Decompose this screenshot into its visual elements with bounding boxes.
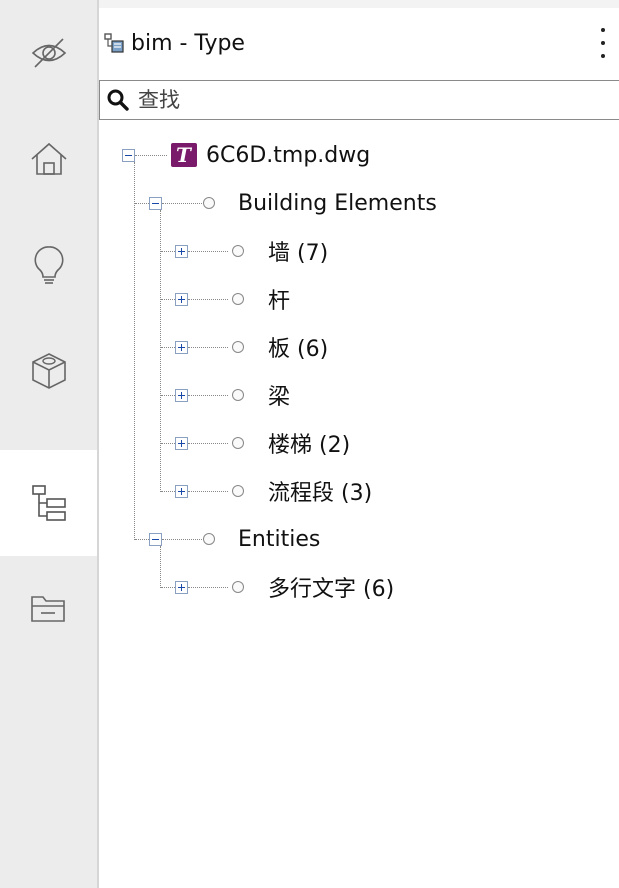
expand-toggle[interactable] [175,437,188,450]
hierarchy-icon [31,485,66,521]
tree-item[interactable]: 梁 [268,371,290,419]
model-button[interactable] [0,318,97,424]
type-node-icon [232,293,244,305]
type-tree-icon [104,33,124,53]
tree-connector [188,443,228,444]
expand-toggle[interactable] [175,341,188,354]
tree-item-label: 多行文字 (6) [268,577,395,602]
expand-toggle[interactable] [175,581,188,594]
folder-icon [30,596,65,622]
tree-item[interactable]: 墙 (7) [268,227,328,275]
tree-item[interactable]: 流程段 (3) [268,467,372,515]
cube-icon [31,353,66,389]
expand-toggle[interactable] [175,293,188,306]
tree-connector [135,155,167,156]
type-node-icon [232,389,244,401]
ideas-button[interactable] [0,212,97,318]
tree-group-building-elements[interactable]: Building Elements [238,179,437,227]
dwg-file-icon: T [171,143,197,167]
tree-group-entities[interactable]: Entities [238,515,320,563]
expand-toggle[interactable] [175,389,188,402]
tree-item[interactable]: 楼梯 (2) [268,419,350,467]
type-node-icon [232,341,244,353]
home-icon [30,142,67,175]
type-node-icon [232,581,244,593]
tree-item-label: 梁 [268,385,291,410]
home-button[interactable] [0,106,97,212]
tree-connector [161,491,175,492]
tree-connector [188,587,228,588]
lightbulb-icon [33,246,64,284]
tree-connector [135,539,149,540]
collapse-toggle[interactable] [149,197,162,210]
tree-connector [135,203,149,204]
tree-item-label: 流程段 (3) [268,481,373,506]
expand-toggle[interactable] [175,485,188,498]
search-input[interactable] [136,87,580,113]
tree-connector [188,347,228,348]
collapse-toggle[interactable] [122,149,135,162]
tree-connector [188,491,228,492]
tree-item[interactable]: 多行文字 (6) [268,563,394,611]
tree-item[interactable]: 杆 [268,275,290,323]
visibility-button[interactable] [0,0,97,106]
tree-group-label: Entities [238,526,321,552]
expand-toggle[interactable] [175,245,188,258]
more-vertical-icon[interactable] [599,28,607,58]
collapse-toggle[interactable] [149,533,162,546]
tree-root[interactable]: 6C6D.tmp.dwg [206,131,370,179]
tree-item-label: 楼梯 (2) [268,433,351,458]
tree-item-label: 墙 (7) [268,241,329,266]
tree-connector [162,203,202,204]
tree-item-label: 板 (6) [268,337,329,362]
search-box [99,80,619,120]
eye-off-icon [31,38,66,68]
tree-connector [188,251,228,252]
top-strip [99,0,619,8]
group-node-icon [203,533,215,545]
tree-connector [134,162,135,540]
tree-item[interactable]: 板 (6) [268,323,328,371]
tree-connector [160,210,161,492]
tree-connector [188,395,228,396]
tree-connector [160,546,161,588]
tree-connector [188,299,228,300]
type-node-icon [232,245,244,257]
tree-button[interactable] [0,450,97,556]
files-button[interactable] [0,556,97,662]
left-sidebar [0,0,97,888]
tree-item-label: 杆 [268,289,291,314]
tree-connector [162,539,202,540]
type-node-icon [232,485,244,497]
tree-connector [161,395,175,396]
tree-connector [161,347,175,348]
tree-group-label: Building Elements [238,190,437,216]
panel-title: bim - Type [131,30,245,56]
tree-connector [161,587,175,588]
tree-connector [161,443,175,444]
panel-header: bim - Type [99,18,619,68]
tree-connector [161,251,175,252]
sidebar-divider [97,0,99,888]
group-node-icon [203,197,215,209]
tree-root-label: 6C6D.tmp.dwg [206,142,371,168]
type-node-icon [232,437,244,449]
tree-connector [161,299,175,300]
search-icon [107,89,129,111]
